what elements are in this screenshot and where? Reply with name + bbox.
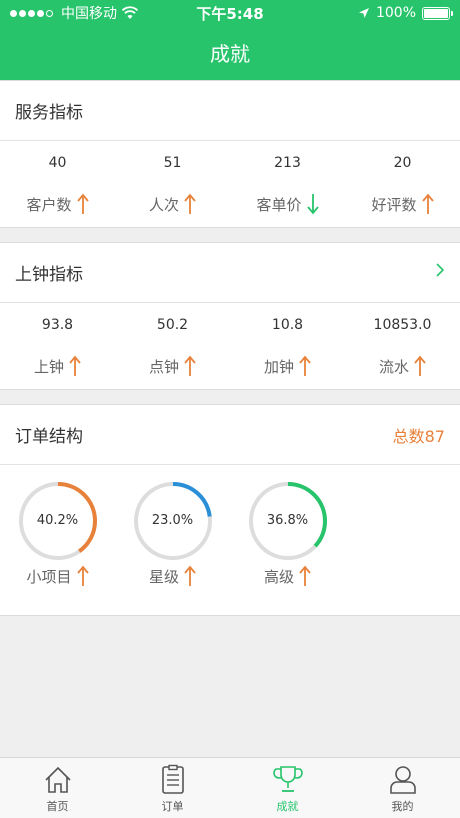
service-metric-2: 213 客单价 xyxy=(230,141,345,215)
trophy-icon xyxy=(272,766,303,792)
tab-bar: 首页 订单 成就 我的 xyxy=(0,757,460,818)
metric-value: 50.2 xyxy=(156,317,189,333)
tab-label: 成就 xyxy=(276,800,299,813)
metric-label: 好评数 xyxy=(371,195,417,214)
order-structure-header: 订单结构 总数87 xyxy=(0,405,460,465)
ring-label: 星级 xyxy=(148,567,179,586)
metric-value: 10853.0 xyxy=(373,317,432,333)
tab-label: 我的 xyxy=(391,800,414,813)
ring-label-row: 星级 xyxy=(115,565,230,587)
order-structure-rings: 40.2% 小项目 23.0% 星级 36.8% 高级 xyxy=(0,465,460,587)
clock-metric-1: 50.2 点钟 xyxy=(115,303,230,377)
home-icon xyxy=(44,766,71,793)
app-header: 中国移动 下午5:48 100% 成就 xyxy=(0,0,460,80)
metric-value: 20 xyxy=(393,155,412,171)
user-icon xyxy=(389,766,416,794)
tab-label: 订单 xyxy=(161,800,184,813)
progress-ring: 23.0% xyxy=(133,481,213,561)
order-ring-item-0: 40.2% 小项目 xyxy=(0,481,115,587)
ring-label-row: 小项目 xyxy=(0,565,115,587)
arrow-up-icon xyxy=(76,193,89,214)
ring-label: 高级 xyxy=(263,567,294,586)
tab-user[interactable]: 我的 xyxy=(345,758,460,818)
signal-strength-icon xyxy=(10,9,53,17)
metric-label-row: 人次 xyxy=(115,193,230,215)
location-arrow-icon xyxy=(358,8,369,18)
order-total: 总数87 xyxy=(392,426,445,446)
tab-label: 首页 xyxy=(46,800,69,813)
page-title: 成就 xyxy=(210,42,250,66)
metric-label-row: 好评数 xyxy=(345,193,460,215)
arrow-up-icon xyxy=(184,193,196,214)
chevron-right-icon[interactable] xyxy=(435,262,445,283)
progress-ring: 36.8% xyxy=(248,481,328,561)
battery-icon xyxy=(422,6,453,20)
metric-label: 客户数 xyxy=(26,195,72,214)
order-structure-title: 订单结构 xyxy=(15,427,83,447)
tab-order-list[interactable]: 订单 xyxy=(115,758,230,818)
status-left: 中国移动 xyxy=(10,3,139,23)
metric-label-row: 流水 xyxy=(345,355,460,377)
arrow-up-icon xyxy=(299,355,311,376)
ring-label-row: 高级 xyxy=(230,565,345,587)
metric-label: 流水 xyxy=(378,357,409,376)
metric-label: 客单价 xyxy=(256,195,302,214)
metric-value: 40 xyxy=(48,155,67,171)
service-metric-1: 51 人次 xyxy=(115,141,230,215)
metric-label: 人次 xyxy=(148,195,179,214)
battery-percent: 100% xyxy=(375,5,416,21)
tab-home[interactable]: 首页 xyxy=(0,758,115,818)
metric-value: 51 xyxy=(163,155,182,171)
status-right: 100% xyxy=(358,5,453,21)
ring-percent: 40.2% xyxy=(36,513,79,528)
metric-label-row: 点钟 xyxy=(115,355,230,377)
service-metrics-header: 服务指标 xyxy=(0,81,460,141)
clock-metrics-card[interactable]: 上钟指标 93.8 上钟 50.2 点钟 10.8 加钟 10853.0 流水 xyxy=(0,242,460,390)
order-structure-card: 订单结构 总数87 40.2% 小项目 23.0% 星级 36.8% 高级 xyxy=(0,404,460,616)
metric-value: 10.8 xyxy=(271,317,304,333)
arrow-up-icon xyxy=(414,355,426,376)
clock-metrics-title: 上钟指标 xyxy=(15,265,83,285)
order-list-icon xyxy=(161,764,184,794)
tab-trophy[interactable]: 成就 xyxy=(230,758,345,818)
clock-metric-2: 10.8 加钟 xyxy=(230,303,345,377)
service-metrics-title: 服务指标 xyxy=(15,103,83,123)
metric-label: 加钟 xyxy=(263,357,294,376)
arrow-up-icon xyxy=(184,565,196,586)
status-bar: 中国移动 下午5:48 100% xyxy=(0,0,460,26)
ring-label: 小项目 xyxy=(26,567,72,586)
arrow-up-icon xyxy=(69,355,81,376)
arrow-up-icon xyxy=(76,565,89,586)
metric-label-row: 上钟 xyxy=(0,355,115,377)
service-metric-0: 40 客户数 xyxy=(0,141,115,215)
metric-value: 213 xyxy=(274,155,301,171)
clock-metrics-header[interactable]: 上钟指标 xyxy=(0,243,460,303)
arrow-up-icon xyxy=(421,193,434,214)
clock-metric-3: 10853.0 流水 xyxy=(345,303,460,377)
arrow-up-icon xyxy=(184,355,196,376)
order-ring-item-2: 36.8% 高级 xyxy=(230,481,345,587)
metric-label-row: 客单价 xyxy=(230,193,345,215)
wifi-icon xyxy=(121,6,139,19)
clock-metrics-row: 93.8 上钟 50.2 点钟 10.8 加钟 10853.0 流水 xyxy=(0,303,460,377)
arrow-down-icon xyxy=(306,194,319,215)
metric-label: 点钟 xyxy=(148,357,179,376)
battery-fill xyxy=(424,8,448,18)
ring-percent: 23.0% xyxy=(151,513,194,528)
metric-label-row: 客户数 xyxy=(0,193,115,215)
service-metric-3: 20 好评数 xyxy=(345,141,460,215)
arrow-up-icon xyxy=(299,565,311,586)
progress-ring: 40.2% xyxy=(18,481,98,561)
clock-metric-0: 93.8 上钟 xyxy=(0,303,115,377)
service-metrics-row: 40 客户数 51 人次 213 客单价 20 好评数 xyxy=(0,141,460,215)
carrier-name: 中国移动 xyxy=(61,6,117,22)
service-metrics-card: 服务指标 40 客户数 51 人次 213 客单价 20 好评数 xyxy=(0,80,460,228)
metric-value: 93.8 xyxy=(41,317,74,333)
order-ring-item-1: 23.0% 星级 xyxy=(115,481,230,587)
metric-label-row: 加钟 xyxy=(230,355,345,377)
metric-label: 上钟 xyxy=(33,357,64,376)
ring-percent: 36.8% xyxy=(266,513,309,528)
